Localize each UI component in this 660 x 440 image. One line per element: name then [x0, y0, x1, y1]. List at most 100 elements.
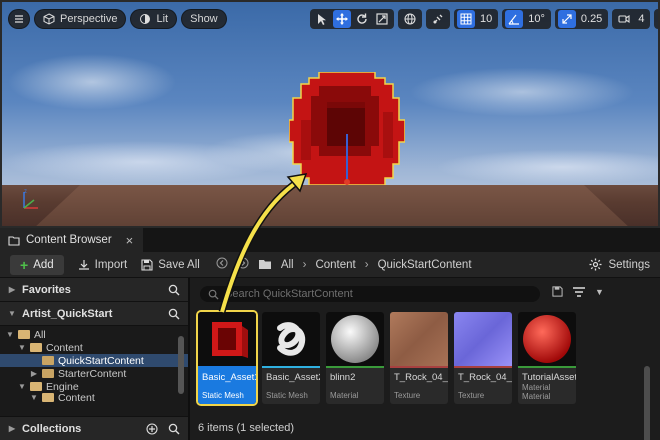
rotate-tool-button[interactable] — [353, 10, 371, 28]
breadcrumb-all[interactable]: All — [281, 259, 294, 271]
save-all-label: Save All — [158, 258, 200, 271]
search-options: ▼ — [552, 286, 604, 297]
collections-section-header[interactable]: ▶ Collections — [0, 416, 188, 440]
folder-icon — [42, 356, 54, 365]
perspective-button[interactable]: Perspective — [34, 9, 127, 29]
scale-tool-button[interactable] — [373, 10, 391, 28]
save-icon — [141, 258, 153, 271]
settings-button[interactable]: Settings — [589, 258, 650, 271]
grid-snap-group[interactable]: 10 — [454, 9, 499, 29]
asset-name: blinn2 — [330, 372, 356, 383]
asset-name: T_Rock_04_D — [394, 372, 448, 383]
rotation-snap-button[interactable] — [505, 10, 524, 28]
hamburger-icon — [15, 15, 23, 23]
axis-indicator-icon: z — [23, 189, 38, 209]
level-viewport[interactable]: Perspective Lit Show 10 10° 0.25 4 z — [0, 0, 660, 228]
tree-item-label: Content — [46, 341, 83, 354]
history-back-button[interactable] — [216, 257, 228, 272]
tree-item-startercontent[interactable]: ▶ StarterContent — [0, 367, 188, 380]
asset-tile[interactable]: TutorialAsset Material Material — [518, 312, 576, 404]
camera-speed-button[interactable] — [615, 10, 633, 28]
asset-tile[interactable]: T_Rock_04_n Texture — [454, 312, 512, 404]
add-collection-icon[interactable] — [146, 422, 158, 435]
world-space-button[interactable] — [401, 10, 419, 28]
history-forward-button[interactable] — [237, 257, 249, 272]
asset-thumbnail — [390, 312, 448, 366]
asset-tile[interactable]: Basic_Asset2 Static Mesh — [262, 312, 320, 404]
surface-snap-toggle[interactable] — [426, 9, 450, 29]
search-icon[interactable] — [168, 284, 180, 296]
svg-text:z: z — [24, 189, 27, 195]
import-button[interactable]: Import — [78, 259, 127, 271]
breadcrumb-quickstart[interactable]: QuickStartContent — [378, 259, 472, 271]
white-sphere-thumbnail-icon — [331, 315, 379, 363]
asset-thumbnail — [454, 312, 512, 366]
translate-tool-button[interactable] — [333, 10, 351, 28]
sources-panel: ▶ Favorites ▼ Artist_QuickStart ▼ All ▼ … — [0, 278, 190, 440]
asset-subtype: Material — [522, 383, 551, 392]
asset-name: Basic_Asset1 — [202, 372, 256, 383]
tree-item-all[interactable]: ▼ All — [0, 328, 188, 341]
favorites-section-header[interactable]: ▶ Favorites — [0, 278, 188, 302]
asset-tile-grid: Basic_Asset1 Static Mesh Basic_Asset2 St… — [196, 310, 576, 406]
tree-item-engine-content[interactable]: ▼ Content — [0, 393, 188, 402]
grid-snap-value[interactable]: 10 — [477, 13, 495, 25]
world-space-toggle[interactable] — [398, 9, 422, 29]
show-button[interactable]: Show — [181, 9, 227, 29]
surface-snap-button[interactable] — [429, 10, 447, 28]
chevron-down-icon[interactable]: ▼ — [595, 287, 604, 297]
grid-icon — [460, 13, 472, 25]
scale-snap-value[interactable]: 0.25 — [578, 13, 605, 25]
rotation-snap-value[interactable]: 10° — [525, 13, 548, 25]
rotation-snap-group[interactable]: 10° — [502, 9, 551, 29]
filter-icon[interactable] — [573, 286, 585, 297]
chevron-right-icon: ▶ — [30, 369, 38, 378]
chevron-down-icon: ▼ — [8, 309, 16, 318]
asset-thumbnail — [518, 312, 576, 366]
tree-scrollbar[interactable] — [178, 336, 184, 394]
folder-icon — [42, 393, 54, 402]
collections-label: Collections — [22, 422, 82, 435]
breadcrumb-content[interactable]: Content — [315, 259, 355, 271]
select-tool-button[interactable] — [313, 10, 331, 28]
tree-item-quickstartcontent[interactable]: QuickStartContent — [0, 354, 188, 367]
folder-tree: ▼ All ▼ Content QuickStartContent ▶ Star… — [0, 326, 188, 402]
close-tab-icon[interactable]: × — [126, 233, 134, 248]
asset-tile[interactable]: blinn2 Material — [326, 312, 384, 404]
add-button[interactable]: + Add — [10, 254, 64, 275]
asset-tile[interactable]: T_Rock_04_D Texture — [390, 312, 448, 404]
lit-label: Lit — [156, 13, 169, 25]
camera-speed-group[interactable]: 4 — [612, 9, 651, 29]
asset-search-field[interactable]: Search QuickStartContent — [200, 286, 540, 302]
camera-speed-value[interactable]: 4 — [635, 13, 647, 25]
search-icon[interactable] — [168, 423, 180, 435]
tree-item-engine[interactable]: ▼ Engine — [0, 380, 188, 393]
search-icon — [208, 289, 219, 300]
viewport-options-button[interactable] — [654, 9, 658, 29]
save-search-icon[interactable] — [552, 286, 563, 297]
asset-tile[interactable]: Basic_Asset1 Static Mesh — [196, 310, 258, 406]
project-section-header[interactable]: ▼ Artist_QuickStart — [0, 302, 188, 326]
asset-type: Texture — [394, 391, 421, 400]
lit-button[interactable]: Lit — [130, 9, 178, 29]
tree-item-label: Engine — [46, 380, 79, 393]
scale-snap-button[interactable] — [557, 10, 576, 28]
scale-snap-group[interactable]: 0.25 — [554, 9, 609, 29]
save-all-button[interactable]: Save All — [141, 259, 200, 271]
tree-item-content[interactable]: ▼ Content — [0, 341, 188, 354]
folder-icon — [30, 382, 42, 391]
item-count-status: 6 items (1 selected) — [198, 422, 294, 434]
asset-scrollbar[interactable] — [644, 366, 650, 440]
red-sphere-thumbnail-icon — [523, 315, 571, 363]
content-browser-tab[interactable]: Content Browser × — [0, 228, 144, 252]
viewport-menu-button[interactable] — [8, 9, 30, 29]
content-browser-title: Content Browser — [26, 234, 112, 246]
asset-type: Texture — [458, 391, 485, 400]
add-label: Add — [33, 258, 54, 271]
asset-name: Basic_Asset2 — [266, 372, 320, 383]
grid-snap-button[interactable] — [457, 10, 475, 28]
asset-thumbnail — [262, 312, 320, 366]
tree-item-label: All — [34, 328, 46, 341]
selected-static-mesh[interactable] — [289, 72, 405, 185]
search-icon[interactable] — [168, 308, 180, 320]
